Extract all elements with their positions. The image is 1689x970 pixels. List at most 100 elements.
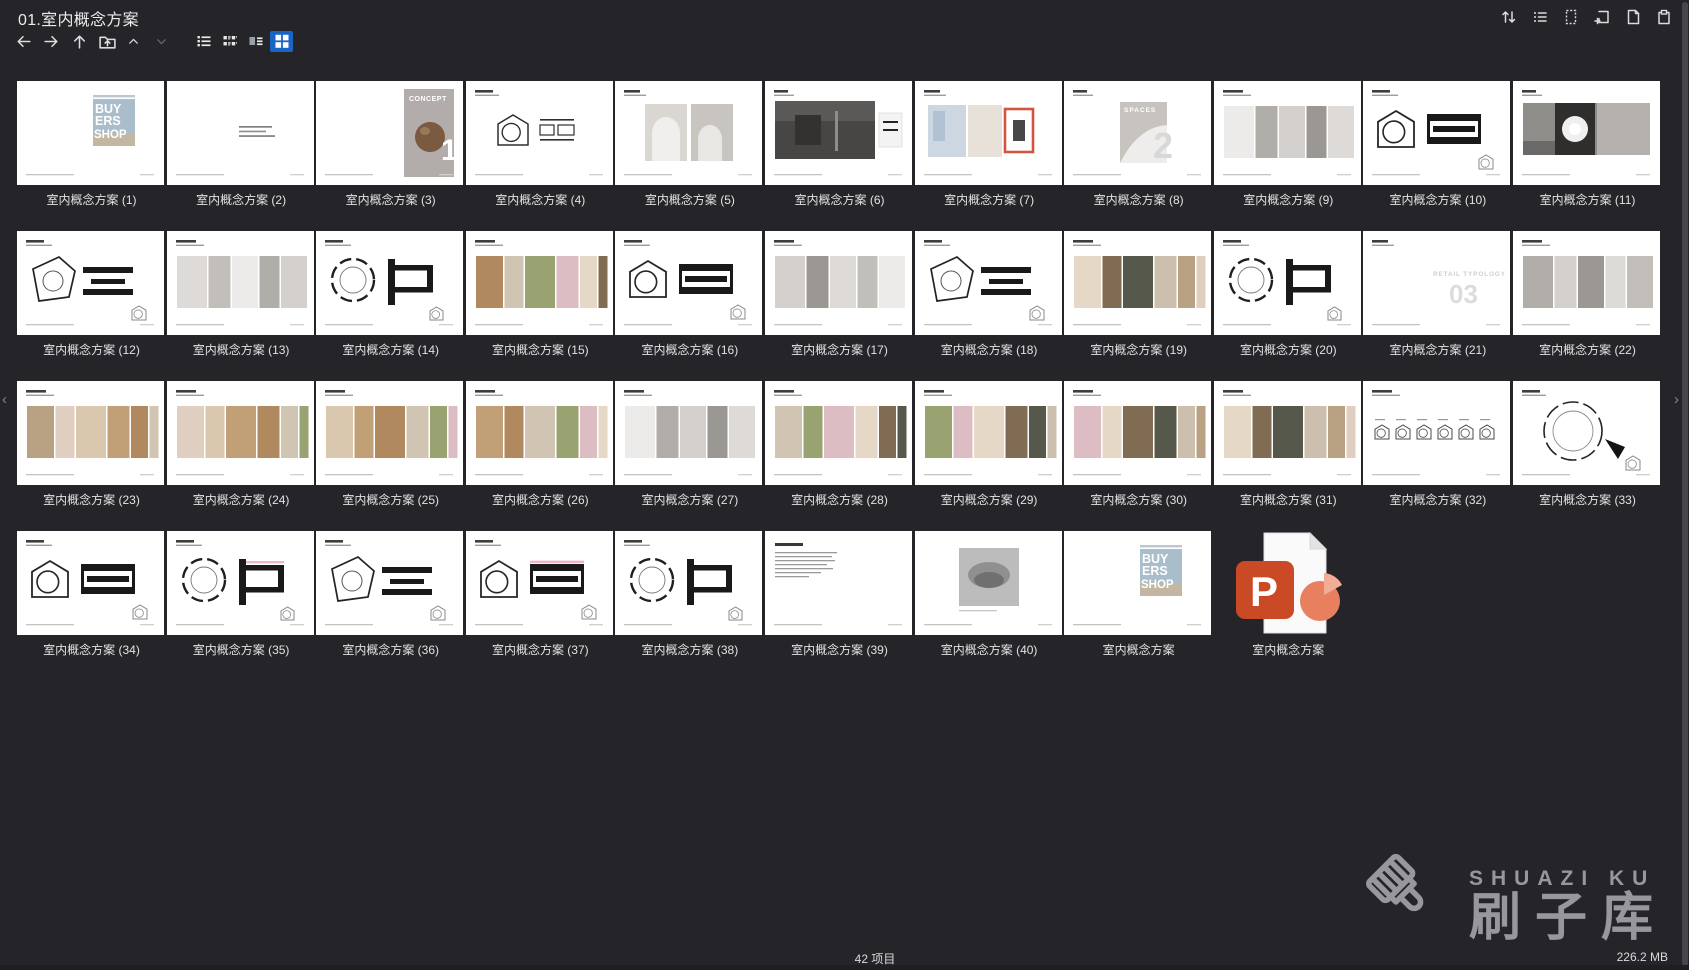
slide-thumbnail	[1064, 231, 1211, 335]
file-item[interactable]: 室内概念方案 (27)	[615, 381, 764, 508]
file-item[interactable]: 室内概念方案 (37)	[466, 531, 615, 658]
file-item[interactable]: 室内概念方案 (31)	[1214, 381, 1363, 508]
file-label: 室内概念方案	[1064, 641, 1213, 658]
svg-text:SHOP: SHOP	[94, 129, 127, 141]
file-item[interactable]: 室内概念方案 (22)	[1513, 231, 1662, 358]
file-label: 室内概念方案 (39)	[765, 641, 914, 658]
slide-thumbnail	[316, 531, 463, 635]
paste-icon[interactable]	[1655, 8, 1673, 26]
watermark-text: SHUAZI KU 刷子库	[1469, 867, 1667, 946]
details-view-button[interactable]	[244, 31, 267, 52]
prev-chevron-icon[interactable]: ‹	[2, 391, 7, 408]
file-label: 室内概念方案 (33)	[1513, 491, 1662, 508]
file-item[interactable]: SPACES2 室内概念方案 (8)	[1064, 81, 1213, 208]
slide-thumbnail	[915, 381, 1062, 485]
forward-arrow-icon[interactable]	[42, 32, 61, 51]
nav-icons	[14, 32, 173, 51]
file-item[interactable]: 室内概念方案 (40)	[915, 531, 1064, 658]
file-item[interactable]: CONCEPT1 室内概念方案 (3)	[316, 81, 465, 208]
header-action-bar	[1500, 8, 1673, 26]
file-item[interactable]: 室内概念方案 (6)	[765, 81, 914, 208]
chevron-up-icon[interactable]	[126, 32, 145, 51]
content-view-button[interactable]	[218, 31, 241, 52]
next-chevron-icon[interactable]: ›	[1674, 391, 1679, 408]
file-item[interactable]: 室内概念方案 (10)	[1363, 81, 1512, 208]
slide-thumbnail: SPACES2	[1064, 81, 1211, 185]
list-view-button[interactable]	[192, 31, 215, 52]
file-item[interactable]: 室内概念方案 (14)	[316, 231, 465, 358]
file-item[interactable]: 室内概念方案 (9)	[1214, 81, 1363, 208]
file-label: 室内概念方案 (3)	[316, 191, 465, 208]
file-item[interactable]: 室内概念方案 (38)	[615, 531, 764, 658]
file-label: 室内概念方案 (31)	[1214, 491, 1363, 508]
navigation-toolbar	[14, 30, 293, 52]
file-item[interactable]: 室内概念方案 (5)	[615, 81, 764, 208]
up-arrow-icon[interactable]	[70, 32, 89, 51]
file-label: 室内概念方案 (13)	[167, 341, 316, 358]
list-details-icon[interactable]	[1531, 8, 1549, 26]
file-item[interactable]: 室内概念方案 (11)	[1513, 81, 1662, 208]
chevron-down-icon[interactable]	[154, 32, 173, 51]
file-item[interactable]: BUYERSSHOP室内概念方案	[1064, 531, 1213, 658]
file-item[interactable]: 室内概念方案 (16)	[615, 231, 764, 358]
file-item[interactable]: 室内概念方案 (28)	[765, 381, 914, 508]
slide-thumbnail	[316, 381, 463, 485]
svg-text:ERS: ERS	[95, 114, 121, 128]
vertical-scrollbar[interactable]	[1682, 2, 1688, 966]
slide-thumbnail	[915, 81, 1062, 185]
file-item[interactable]: 室内概念方案 (19)	[1064, 231, 1213, 358]
watermark-chinese: 刷子库	[1469, 891, 1667, 946]
file-item[interactable]: 室内概念方案 (4)	[466, 81, 615, 208]
slide-thumbnail	[17, 381, 164, 485]
slide-thumbnail	[615, 231, 762, 335]
file-label: 室内概念方案 (8)	[1064, 191, 1213, 208]
folder-up-icon[interactable]	[98, 32, 117, 51]
file-item[interactable]: 室内概念方案 (18)	[915, 231, 1064, 358]
file-item[interactable]: 室内概念方案 (2)	[167, 81, 316, 208]
slide-thumbnail	[17, 531, 164, 635]
slide-thumbnail	[167, 231, 314, 335]
file-item[interactable]: 室内概念方案 (24)	[167, 381, 316, 508]
add-file-icon[interactable]	[1593, 8, 1611, 26]
watermark-latin: SHUAZI KU	[1469, 867, 1655, 891]
file-label: 室内概念方案 (20)	[1214, 341, 1363, 358]
file-item[interactable]: 室内概念方案 (35)	[167, 531, 316, 658]
file-label: 室内概念方案 (26)	[466, 491, 615, 508]
file-item[interactable]: RETAIL TYPOLOGY03室内概念方案 (21)	[1363, 231, 1512, 358]
file-item[interactable]: 室内概念方案 (32)	[1363, 381, 1512, 508]
file-item[interactable]: 室内概念方案 (29)	[915, 381, 1064, 508]
file-label: 室内概念方案 (12)	[17, 341, 166, 358]
file-item[interactable]: 室内概念方案 (33)	[1513, 381, 1662, 508]
file-item[interactable]: 室内概念方案 (15)	[466, 231, 615, 358]
file-item[interactable]: 室内概念方案 (39)	[765, 531, 914, 658]
file-item[interactable]: BUYERSSHOP室内概念方案 (1)	[17, 81, 166, 208]
file-label: 室内概念方案 (32)	[1363, 491, 1512, 508]
sort-icon[interactable]	[1500, 8, 1518, 26]
file-item[interactable]: 室内概念方案 (17)	[765, 231, 914, 358]
slide-thumbnail	[615, 81, 762, 185]
file-item[interactable]: 室内概念方案 (26)	[466, 381, 615, 508]
copy-icon[interactable]	[1624, 8, 1642, 26]
file-item[interactable]: 室内概念方案 (30)	[1064, 381, 1213, 508]
slide-thumbnail	[615, 531, 762, 635]
file-item[interactable]: 室内概念方案 (7)	[915, 81, 1064, 208]
slide-thumbnail	[167, 81, 314, 185]
file-item[interactable]: P室内概念方案	[1214, 531, 1363, 658]
svg-text:ERS: ERS	[1142, 564, 1168, 578]
file-item[interactable]: 室内概念方案 (20)	[1214, 231, 1363, 358]
file-item[interactable]: 室内概念方案 (12)	[17, 231, 166, 358]
grid-view-button[interactable]	[270, 31, 293, 52]
file-item[interactable]: 室内概念方案 (34)	[17, 531, 166, 658]
file-label: 室内概念方案 (40)	[915, 641, 1064, 658]
file-item[interactable]: 室内概念方案 (36)	[316, 531, 465, 658]
file-label: 室内概念方案 (17)	[765, 341, 914, 358]
svg-text:RETAIL TYPOLOGY: RETAIL TYPOLOGY	[1433, 271, 1506, 278]
back-arrow-icon[interactable]	[14, 32, 33, 51]
slide-thumbnail	[1513, 381, 1660, 485]
file-item[interactable]: 室内概念方案 (13)	[167, 231, 316, 358]
file-label: 室内概念方案 (21)	[1363, 341, 1512, 358]
file-item[interactable]: 室内概念方案 (23)	[17, 381, 166, 508]
slide-thumbnail: CONCEPT1	[316, 81, 463, 185]
new-file-icon[interactable]	[1562, 8, 1580, 26]
file-item[interactable]: 室内概念方案 (25)	[316, 381, 465, 508]
